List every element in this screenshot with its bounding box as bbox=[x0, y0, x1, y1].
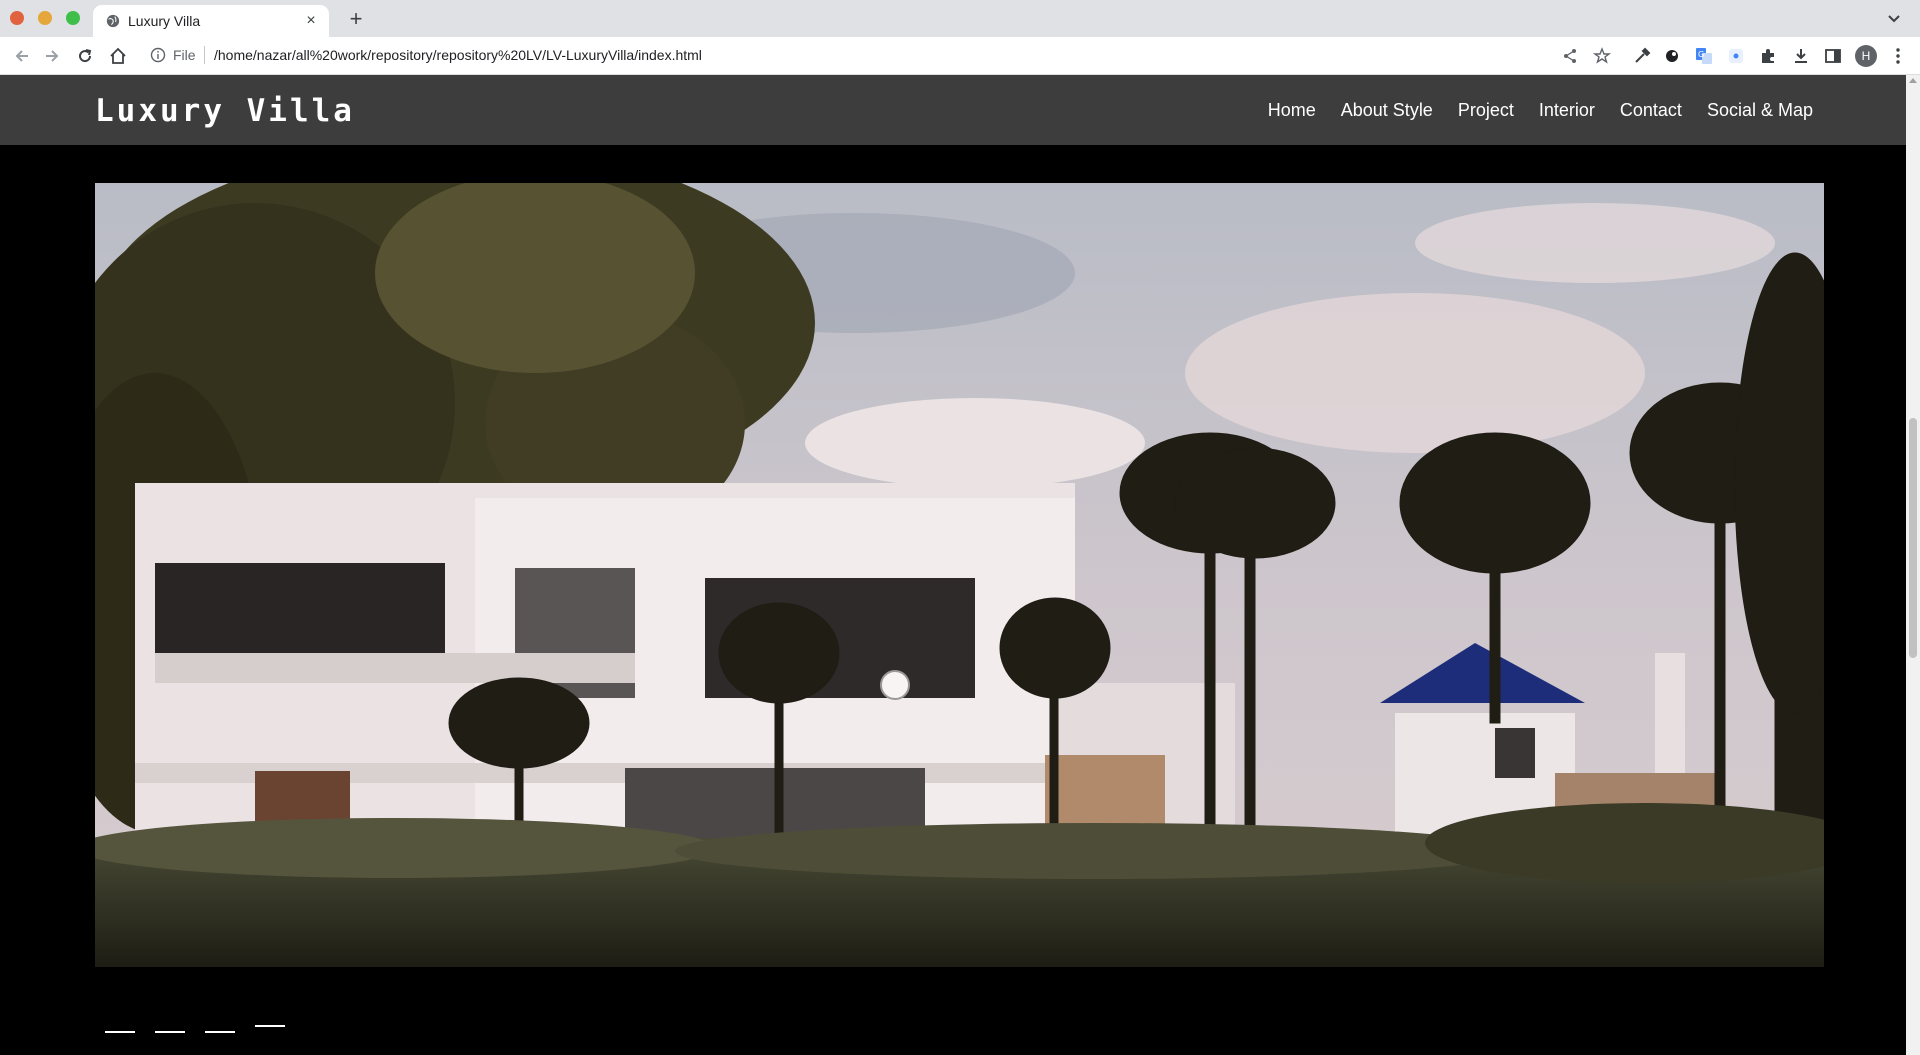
forward-arrow-icon[interactable] bbox=[42, 46, 62, 66]
back-arrow-icon[interactable] bbox=[12, 46, 32, 66]
address-bar[interactable]: /home/nazar/all%20work/repository/reposi… bbox=[214, 47, 702, 63]
side-panel-icon[interactable] bbox=[1823, 46, 1843, 66]
tab-title: Luxury Villa bbox=[128, 13, 201, 29]
hero-carousel-image[interactable] bbox=[95, 183, 1824, 967]
page-scrollbar[interactable] bbox=[1906, 75, 1920, 1055]
url-scheme: File bbox=[173, 47, 196, 63]
profile-avatar[interactable]: H bbox=[1855, 45, 1877, 67]
tab-search-chevron-icon[interactable] bbox=[1884, 8, 1904, 28]
browser-toolbar: File /home/nazar/all%20work/repository/r… bbox=[0, 37, 1920, 75]
home-icon[interactable] bbox=[108, 46, 128, 66]
scroll-up-arrow-icon[interactable] bbox=[1909, 78, 1917, 83]
carousel-indicator-4-active[interactable] bbox=[255, 1025, 285, 1027]
nav-link-contact[interactable]: Contact bbox=[1620, 100, 1682, 121]
nav-link-about-style[interactable]: About Style bbox=[1341, 100, 1433, 121]
omnibox-separator bbox=[204, 46, 205, 64]
share-icon[interactable] bbox=[1560, 46, 1580, 66]
reload-icon[interactable] bbox=[75, 46, 95, 66]
kebab-menu-icon[interactable] bbox=[1888, 46, 1908, 66]
new-tab-button[interactable]: + bbox=[343, 6, 369, 32]
extension-icon[interactable] bbox=[1662, 46, 1682, 66]
puzzle-extensions-icon[interactable] bbox=[1758, 46, 1778, 66]
web-page: Luxury Villa Home About Style Project In… bbox=[0, 75, 1906, 1055]
extension-badge-icon[interactable] bbox=[1726, 46, 1746, 66]
download-icon[interactable] bbox=[1791, 46, 1811, 66]
globe-icon bbox=[106, 14, 120, 28]
carousel-indicator-1[interactable] bbox=[105, 1031, 135, 1033]
main-nav: Home About Style Project Interior Contac… bbox=[1243, 100, 1813, 121]
carousel-indicators bbox=[105, 1025, 285, 1033]
window-maximize-button[interactable] bbox=[66, 11, 80, 25]
window-minimize-button[interactable] bbox=[38, 11, 52, 25]
svg-text:G: G bbox=[1698, 50, 1704, 59]
tab-close-icon[interactable]: × bbox=[301, 11, 321, 31]
scrollbar-thumb[interactable] bbox=[1909, 418, 1917, 658]
carousel-indicator-3[interactable] bbox=[205, 1031, 235, 1033]
nav-link-interior[interactable]: Interior bbox=[1539, 100, 1595, 121]
nav-link-project[interactable]: Project bbox=[1458, 100, 1514, 121]
site-navbar: Luxury Villa Home About Style Project In… bbox=[0, 75, 1906, 145]
window-close-button[interactable] bbox=[10, 11, 24, 25]
nav-link-home[interactable]: Home bbox=[1268, 100, 1316, 121]
site-brand-logo[interactable]: Luxury Villa bbox=[95, 93, 355, 129]
carousel-indicator-2[interactable] bbox=[155, 1031, 185, 1033]
site-info-icon[interactable] bbox=[150, 47, 166, 63]
translate-icon[interactable]: G bbox=[1694, 46, 1714, 66]
nav-link-social-map[interactable]: Social & Map bbox=[1707, 100, 1813, 121]
bookmark-star-icon[interactable] bbox=[1592, 46, 1612, 66]
browser-titlebar: Luxury Villa × + bbox=[0, 0, 1920, 37]
browser-tab[interactable]: Luxury Villa × bbox=[93, 5, 329, 37]
eyedropper-extension-icon[interactable] bbox=[1632, 46, 1652, 66]
